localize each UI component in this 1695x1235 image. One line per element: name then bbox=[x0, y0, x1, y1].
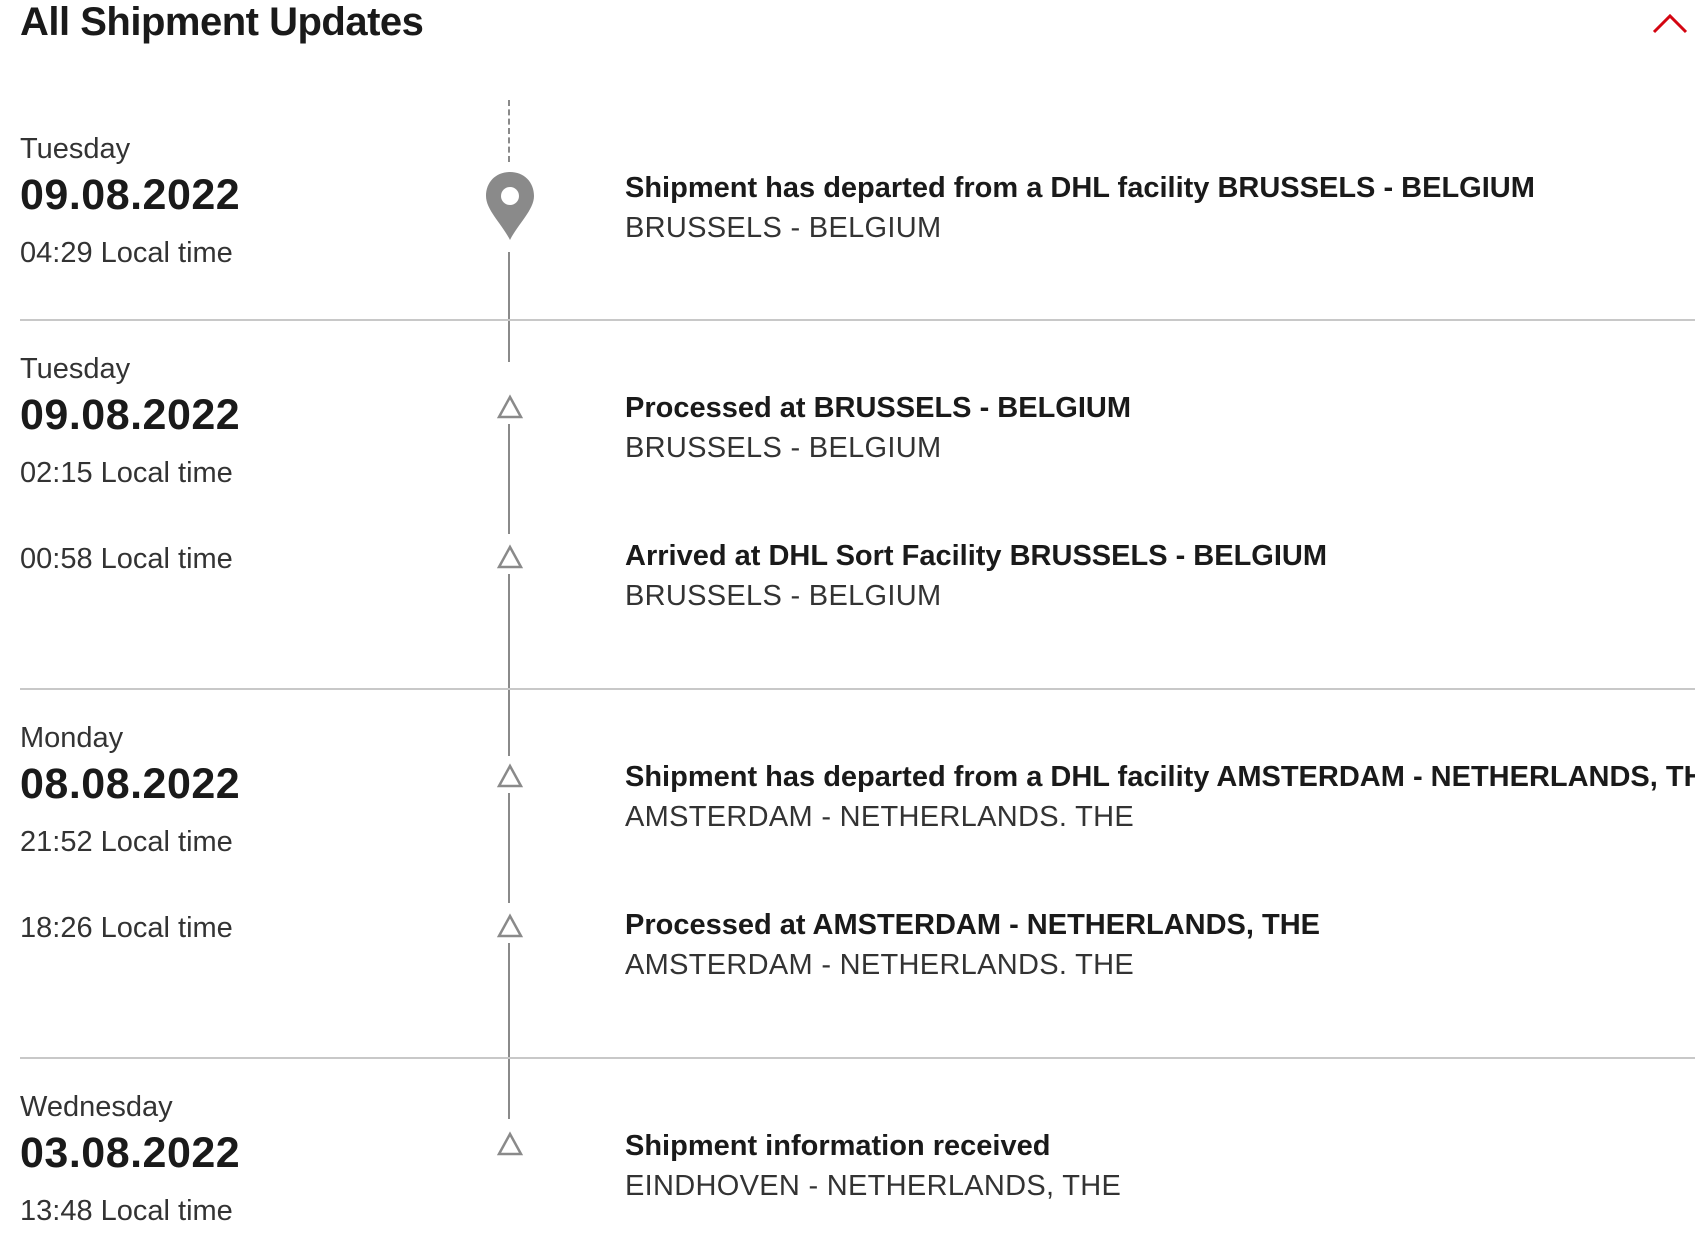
event-description: Processed at BRUSSELS - BELGIUM bbox=[625, 392, 1131, 424]
group-divider bbox=[20, 688, 1695, 690]
event-description: Processed at AMSTERDAM - NETHERLANDS, TH… bbox=[625, 909, 1321, 941]
timeline-line bbox=[508, 943, 510, 1119]
weekday-label: Tuesday bbox=[20, 133, 131, 165]
date-label: 09.08.2022 bbox=[20, 171, 241, 219]
event-description: Arrived at DHL Sort Facility BRUSSELS - … bbox=[625, 540, 1328, 572]
event-location: EINDHOVEN - NETHERLANDS, THE bbox=[625, 1170, 1122, 1202]
event-location: BRUSSELS - BELGIUM bbox=[625, 580, 942, 612]
chevron-up-icon[interactable] bbox=[1652, 8, 1688, 38]
event-location: BRUSSELS - BELGIUM bbox=[625, 432, 942, 464]
group-divider bbox=[20, 1057, 1695, 1059]
date-label: 03.08.2022 bbox=[20, 1129, 241, 1177]
event-location: BRUSSELS - BELGIUM bbox=[625, 212, 942, 244]
event-time: 02:15 Local time bbox=[20, 457, 233, 489]
weekday-label: Monday bbox=[20, 722, 124, 754]
event-description: Shipment has departed from a DHL facilit… bbox=[625, 761, 1695, 793]
timeline-line bbox=[508, 574, 510, 756]
event-time: 21:52 Local time bbox=[20, 826, 233, 858]
event-time: 13:48 Local time bbox=[20, 1195, 233, 1227]
section-title: All Shipment Updates bbox=[20, 0, 424, 44]
triangle-icon bbox=[496, 394, 524, 419]
timeline-line bbox=[508, 424, 510, 534]
location-pin-icon bbox=[486, 172, 534, 240]
timeline-line bbox=[508, 252, 510, 362]
date-label: 09.08.2022 bbox=[20, 391, 241, 439]
event-location: AMSTERDAM - NETHERLANDS. THE bbox=[625, 801, 1134, 833]
event-location: AMSTERDAM - NETHERLANDS. THE bbox=[625, 949, 1134, 981]
event-time: 04:29 Local time bbox=[20, 237, 233, 269]
triangle-icon bbox=[496, 763, 524, 788]
event-description: Shipment has departed from a DHL facilit… bbox=[625, 172, 1535, 204]
event-description: Shipment information received bbox=[625, 1130, 1051, 1162]
event-time: 00:58 Local time bbox=[20, 543, 233, 575]
group-divider bbox=[20, 319, 1695, 321]
weekday-label: Tuesday bbox=[20, 353, 131, 385]
weekday-label: Wednesday bbox=[20, 1091, 173, 1123]
timeline-dashed-line bbox=[508, 100, 510, 162]
triangle-icon bbox=[496, 544, 524, 569]
event-time: 18:26 Local time bbox=[20, 912, 233, 944]
timeline-line bbox=[508, 793, 510, 903]
triangle-icon bbox=[496, 913, 524, 938]
triangle-icon bbox=[496, 1131, 524, 1156]
date-label: 08.08.2022 bbox=[20, 760, 241, 808]
